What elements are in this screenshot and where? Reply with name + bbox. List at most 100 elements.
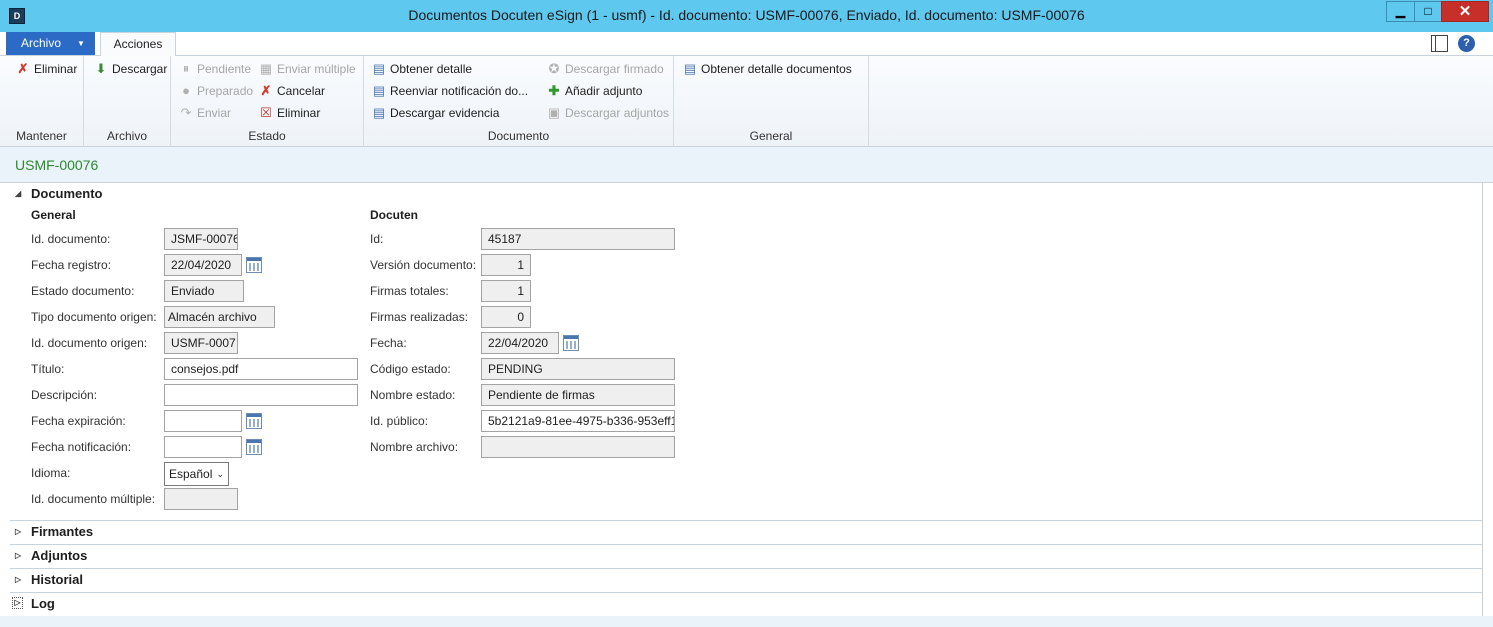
tab-archivo[interactable]: Archivo ▼ xyxy=(6,32,95,55)
fecha-field[interactable]: 22/04/2020 xyxy=(481,332,559,354)
minimize-icon: ▁ xyxy=(1395,4,1406,18)
group-documento: ▤ Obtener detalle ▤ Reenviar notificació… xyxy=(364,56,674,147)
chevron-down-icon: ⌄ xyxy=(216,469,224,479)
enviar-multiple-label: Enviar múltiple xyxy=(277,62,356,76)
maximize-icon: □ xyxy=(1424,4,1432,18)
divider xyxy=(10,568,1483,569)
preparado-label: Preparado xyxy=(197,84,254,98)
eliminar-estado-label: Eliminar xyxy=(277,106,321,120)
pendiente-button[interactable]: ⏸ Pendiente xyxy=(178,60,251,78)
fecha-expiracion-label: Fecha expiración: xyxy=(31,414,126,428)
enviar-multiple-button[interactable]: ▦ Enviar múltiple xyxy=(258,60,356,78)
record-icon: ● xyxy=(182,83,190,98)
layout-icon[interactable] xyxy=(1431,35,1448,52)
id-publico-field[interactable]: 5b2121a9-81ee-4975-b336-953eff1 xyxy=(481,410,675,432)
calendar-icon[interactable] xyxy=(563,335,579,351)
title-bar: D Documentos Docuten eSign (1 - usmf) - … xyxy=(0,0,1493,32)
obtener-detalle-button[interactable]: ▤ Obtener detalle xyxy=(371,60,472,78)
id-documento-field[interactable]: JSMF-00076 xyxy=(164,228,238,250)
id-documento-label: Id. documento: xyxy=(31,232,111,246)
calendar-icon[interactable] xyxy=(246,413,262,429)
anadir-adjunto-button[interactable]: ✚ Añadir adjunto xyxy=(546,82,643,100)
preparado-button[interactable]: ● Preparado xyxy=(178,82,253,100)
anadir-adjunto-label: Añadir adjunto xyxy=(565,84,643,98)
attachments-icon: ▣ xyxy=(547,105,561,120)
fecha-expiracion-field[interactable] xyxy=(164,410,242,432)
close-button[interactable]: ✕ xyxy=(1441,1,1489,22)
estado-documento-label: Estado documento: xyxy=(31,284,135,298)
eliminar-estado-button[interactable]: ☒ Eliminar xyxy=(258,104,320,122)
descargar-evidencia-button[interactable]: ▤ Descargar evidencia xyxy=(371,104,500,122)
docuten-heading: Docuten xyxy=(370,208,418,222)
pause-icon: ⏸ xyxy=(182,61,190,76)
general-heading: General xyxy=(31,208,76,222)
eliminar-button[interactable]: ✗ Eliminar xyxy=(15,60,78,78)
estado-documento-field[interactable]: Enviado xyxy=(164,280,244,302)
descargar-adjuntos-label: Descargar adjuntos xyxy=(565,106,670,120)
expand-icon: ▷ xyxy=(15,551,22,560)
nombre-archivo-field[interactable] xyxy=(481,436,675,458)
download-icon: ⬇ xyxy=(95,61,107,76)
tipo-documento-origen-field[interactable]: Almacén archivo xyxy=(164,306,275,328)
idioma-select[interactable]: Español ⌄ xyxy=(164,462,229,486)
eliminar-label: Eliminar xyxy=(34,62,78,76)
id-documento-multiple-label: Id. documento múltiple: xyxy=(31,492,156,506)
obtener-detalle-documentos-button[interactable]: ▤ Obtener detalle documentos xyxy=(682,60,852,78)
divider xyxy=(10,544,1483,545)
descripcion-field[interactable] xyxy=(164,384,358,406)
scroll-border xyxy=(1482,183,1483,627)
fecha-label: Fecha: xyxy=(370,336,407,350)
minimize-button[interactable]: ▁ xyxy=(1386,1,1415,22)
idioma-label: Idioma: xyxy=(31,466,71,480)
maximize-button[interactable]: □ xyxy=(1414,1,1442,22)
firmas-realizadas-field[interactable]: 0 xyxy=(481,306,531,328)
chevron-down-icon: ▼ xyxy=(77,39,85,48)
signed-icon: ✪ xyxy=(548,61,560,76)
form-content: ◢ Documento General Id. documento: JSMF-… xyxy=(0,183,1493,627)
section-historial-label: Historial xyxy=(31,572,84,587)
close-icon: ✕ xyxy=(1458,3,1472,20)
obtener-detalle-label: Obtener detalle xyxy=(390,62,473,76)
descargar-label: Descargar xyxy=(112,62,168,76)
id-publico-label: Id. público: xyxy=(370,414,429,428)
fecha-registro-field[interactable]: 22/04/2020 xyxy=(164,254,242,276)
titulo-label: Título: xyxy=(31,362,65,376)
reenviar-notificacion-button[interactable]: ▤ Reenviar notificación do... xyxy=(371,82,528,100)
fecha-notificacion-field[interactable] xyxy=(164,436,242,458)
send-multiple-icon: ▦ xyxy=(259,61,273,76)
id-documento-origen-field[interactable]: USMF-0007 xyxy=(164,332,238,354)
cancelar-button[interactable]: ✗ Cancelar xyxy=(258,82,325,100)
idioma-value: Español xyxy=(169,467,213,481)
enviar-label: Enviar xyxy=(197,106,232,120)
expand-icon: ▷ xyxy=(15,575,22,584)
tipo-documento-origen-label: Tipo documento origen: xyxy=(31,310,157,324)
descargar-firmado-button[interactable]: ✪ Descargar firmado xyxy=(546,60,664,78)
enviar-button[interactable]: ↷ Enviar xyxy=(178,104,231,122)
version-documento-field[interactable]: 1 xyxy=(481,254,531,276)
descripcion-label: Descripción: xyxy=(31,388,98,402)
descargar-button[interactable]: ⬇ Descargar xyxy=(93,60,168,78)
record-header: USMF-00076 xyxy=(0,147,1493,183)
tab-acciones[interactable]: Acciones xyxy=(100,32,176,57)
group-mantener: ✗ Eliminar Mantener xyxy=(0,56,84,147)
expand-icon: ▷ xyxy=(12,597,23,609)
id-documento-multiple-field[interactable] xyxy=(164,488,238,510)
docuten-id-field[interactable]: 45187 xyxy=(481,228,675,250)
codigo-estado-label: Código estado: xyxy=(370,362,451,376)
descargar-adjuntos-button[interactable]: ▣ Descargar adjuntos xyxy=(546,104,669,122)
titulo-field[interactable]: consejos.pdf xyxy=(164,358,358,380)
firmas-realizadas-label: Firmas realizadas: xyxy=(370,310,469,324)
calendar-icon[interactable] xyxy=(246,257,262,273)
help-icon[interactable]: ? xyxy=(1458,35,1475,52)
section-documento-label: Documento xyxy=(31,186,103,201)
obtener-detalle-documentos-label: Obtener detalle documentos xyxy=(701,62,852,76)
documents-details-icon: ▤ xyxy=(683,61,697,76)
firmas-totales-field[interactable]: 1 xyxy=(481,280,531,302)
codigo-estado-field[interactable]: PENDING xyxy=(481,358,675,380)
group-archivo: ⬇ Descargar Archivo xyxy=(84,56,171,147)
group-estado: ⏸ Pendiente ● Preparado ↷ Enviar ▦ Envia… xyxy=(171,56,364,147)
expand-icon: ▷ xyxy=(15,527,22,536)
nombre-estado-field[interactable]: Pendiente de firmas xyxy=(481,384,675,406)
descargar-firmado-label: Descargar firmado xyxy=(565,62,664,76)
calendar-icon[interactable] xyxy=(246,439,262,455)
